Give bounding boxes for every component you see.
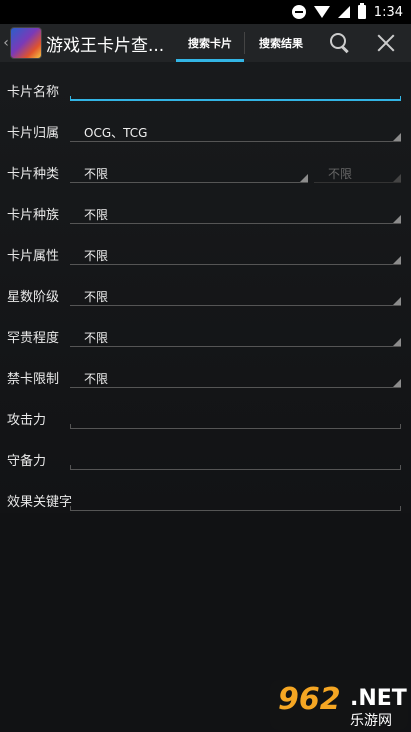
dropdown-arrow-icon <box>300 174 308 182</box>
battery-icon <box>357 3 366 19</box>
card-region-row: 卡片归属 OCG、TCG <box>0 103 411 144</box>
attack-field-wrap <box>70 390 401 431</box>
card-level-select[interactable]: 不限 <box>70 267 401 308</box>
card-race-value: 不限 <box>84 208 109 222</box>
card-name-row: 卡片名称 <box>0 62 411 103</box>
dropdown-arrow-icon <box>393 379 401 387</box>
dropdown-arrow-icon <box>393 297 401 305</box>
dropdown-arrow-icon <box>393 338 401 346</box>
watermark-logo: 962 .NET 乐游网 <box>270 680 408 730</box>
dropdown-arrow-icon <box>393 174 401 182</box>
effect-keyword-label: 效果关键字 <box>7 495 73 510</box>
tab-search-results[interactable]: 搜索结果 <box>245 24 317 62</box>
wifi-icon <box>313 6 330 18</box>
card-rarity-label: 罕贵程度 <box>7 331 60 346</box>
do-not-disturb-icon <box>291 5 306 19</box>
defense-field-wrap <box>70 431 401 472</box>
search-icon <box>330 33 350 53</box>
card-type-label: 卡片种类 <box>7 167 60 182</box>
search-button[interactable] <box>317 24 363 62</box>
close-icon <box>376 33 396 53</box>
card-type-value: 不限 <box>84 167 109 181</box>
card-race-row: 卡片种族 不限 <box>0 185 411 226</box>
watermark-subtitle: 乐游网 <box>350 713 392 729</box>
app-icon[interactable] <box>10 27 42 59</box>
card-region-label: 卡片归属 <box>7 126 60 141</box>
tab-search-card[interactable]: 搜索卡片 <box>176 24 244 62</box>
dropdown-arrow-icon <box>393 133 401 141</box>
card-attribute-value: 不限 <box>84 249 109 263</box>
card-attribute-select[interactable]: 不限 <box>70 226 401 267</box>
card-limit-label: 禁卡限制 <box>7 372 60 387</box>
search-form: 卡片名称 卡片归属 OCG、TCG 卡片种类 不限 不限 卡片种族 不限 卡片属… <box>0 62 411 513</box>
status-bar: 1:34 <box>0 0 411 24</box>
card-type-select[interactable]: 不限 <box>70 144 308 185</box>
attack-input[interactable] <box>74 404 394 424</box>
watermark-number: 962 <box>278 682 341 717</box>
defense-label: 守备力 <box>7 454 47 469</box>
card-name-input[interactable] <box>74 76 394 96</box>
card-region-value: OCG、TCG <box>84 126 148 140</box>
defense-input[interactable] <box>74 445 394 465</box>
card-level-row: 星数阶级 不限 <box>0 267 411 308</box>
card-region-select[interactable]: OCG、TCG <box>70 103 401 144</box>
status-time: 1:34 <box>373 4 403 20</box>
dropdown-arrow-icon <box>393 215 401 223</box>
app-title: 游戏王卡片查... <box>46 35 165 56</box>
card-attribute-row: 卡片属性 不限 <box>0 226 411 267</box>
card-name-label: 卡片名称 <box>7 85 60 100</box>
card-level-value: 不限 <box>84 290 109 304</box>
card-name-field-wrap <box>70 62 401 103</box>
back-chevron-icon[interactable]: ‹ <box>2 24 10 62</box>
card-limit-value: 不限 <box>84 372 109 386</box>
close-button[interactable] <box>363 24 409 62</box>
action-bar: ‹ 游戏王卡片查... 搜索卡片 搜索结果 <box>0 24 411 62</box>
effect-keyword-field-wrap <box>70 472 401 513</box>
defense-row: 守备力 <box>0 431 411 472</box>
card-race-select[interactable]: 不限 <box>70 185 401 226</box>
effect-keyword-row: 效果关键字 <box>0 472 411 513</box>
attack-label: 攻击力 <box>7 413 47 428</box>
card-rarity-row: 罕贵程度 不限 <box>0 308 411 349</box>
card-attribute-label: 卡片属性 <box>7 249 60 264</box>
watermark-suffix: .NET <box>350 686 407 711</box>
card-rarity-value: 不限 <box>84 331 109 345</box>
dropdown-arrow-icon <box>393 256 401 264</box>
effect-keyword-input[interactable] <box>74 486 394 506</box>
card-limit-row: 禁卡限制 不限 <box>0 349 411 390</box>
signal-icon <box>337 6 350 18</box>
attack-row: 攻击力 <box>0 390 411 431</box>
card-type-row: 卡片种类 不限 不限 <box>0 144 411 185</box>
card-level-label: 星数阶级 <box>7 290 60 305</box>
card-rarity-select[interactable]: 不限 <box>70 308 401 349</box>
card-subtype-value: 不限 <box>328 167 353 181</box>
card-race-label: 卡片种族 <box>7 208 60 223</box>
card-limit-select[interactable]: 不限 <box>70 349 401 390</box>
card-subtype-select: 不限 <box>314 144 401 185</box>
